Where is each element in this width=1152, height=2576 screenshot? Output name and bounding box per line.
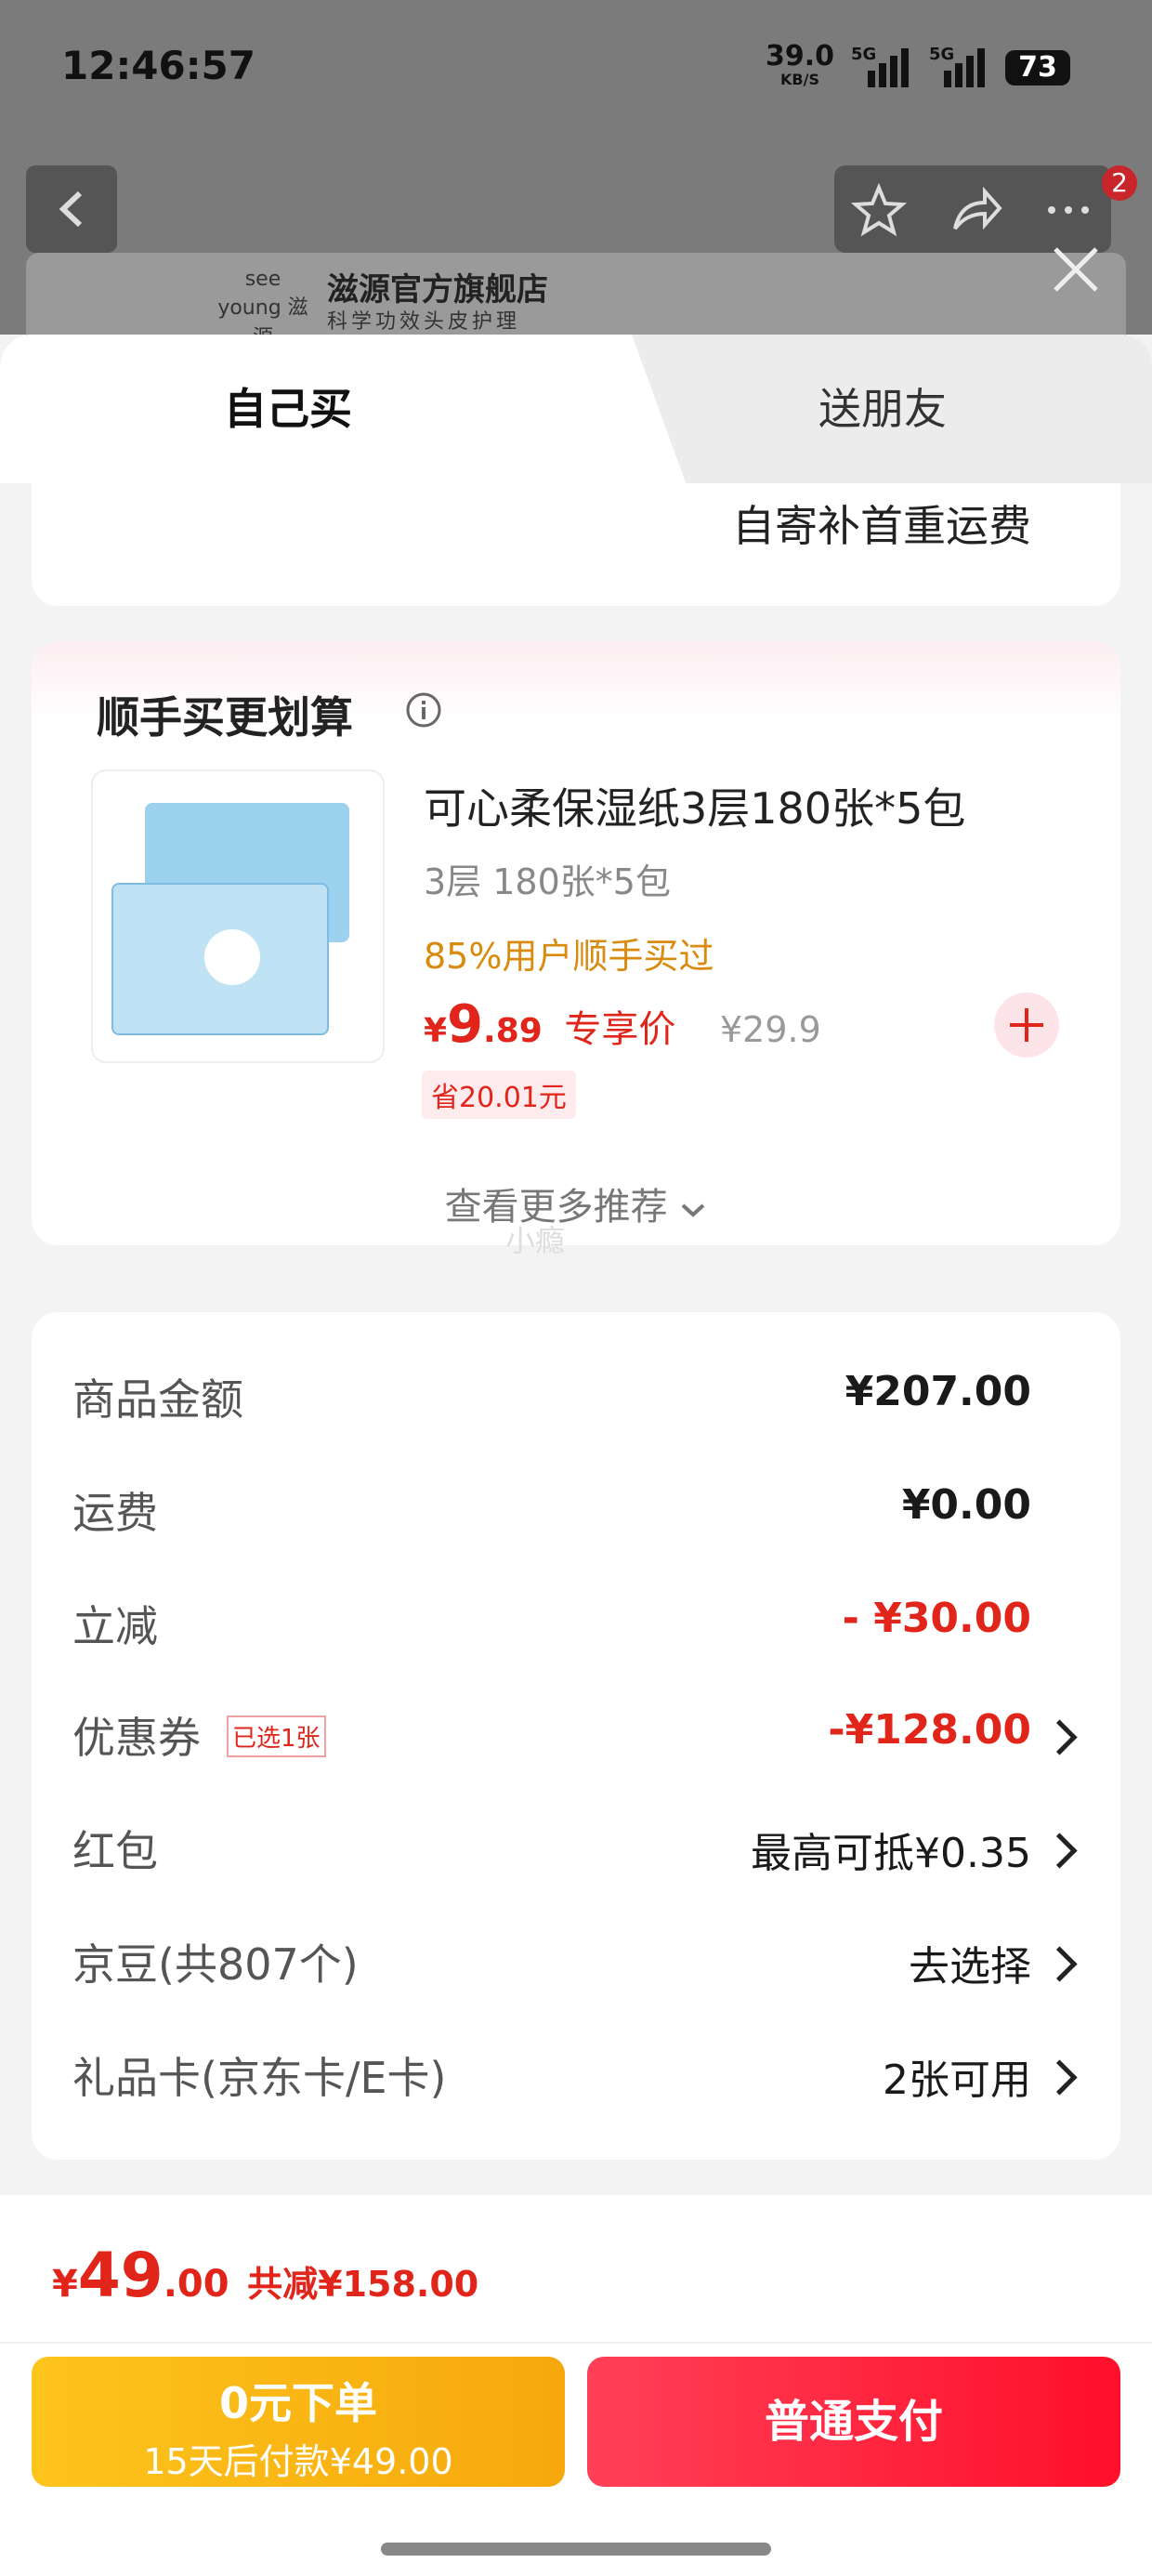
nav-actions <box>834 165 1111 253</box>
pay-later-button[interactable]: 0元下单 15天后付款¥49.00 <box>32 2357 565 2487</box>
chevron-right-icon <box>1041 1719 1078 1755</box>
pay-now-button[interactable]: 普通支付 <box>587 2357 1120 2487</box>
price-summary-card: 商品金额 ¥207.00 运费 ¥0.00 立减 - ¥30.00 优惠券 已选… <box>32 1312 1120 2160</box>
total-price: ¥49.00 共减¥158.00 <box>52 2240 479 2311</box>
tab-self[interactable]: 自己买 <box>0 335 576 483</box>
chevron-down-icon <box>682 1203 705 1217</box>
tab-bar: 自己买 送朋友 <box>0 335 1152 483</box>
home-indicator <box>381 2543 771 2556</box>
star-icon[interactable] <box>851 182 907 238</box>
original-price: ¥29.9 <box>719 1009 821 1050</box>
network-speed: 39.0 KB/S <box>766 40 835 89</box>
status-time: 12:46:57 <box>61 43 255 88</box>
store-name: 滋源官方旗舰店 <box>327 271 548 309</box>
addon-card: 顺手买更划算 可心柔保湿纸3层180张*5包 3层 180张*5包 85%用户顺… <box>32 641 1120 1258</box>
chevron-right-icon <box>1041 1946 1078 1982</box>
social-proof: 85%用户顺手买过 <box>424 936 714 977</box>
coupon-tag: 已选1张 <box>227 1715 326 1757</box>
checkout-bar: ¥49.00 共减¥158.00 0元下单 15天后付款¥49.00 普通支付 <box>0 2195 1152 2576</box>
section-title: 顺手买更划算 <box>97 692 353 743</box>
message-badge: 2 <box>1102 165 1137 201</box>
shipping-note: 自寄补首重运费 <box>732 501 1031 551</box>
chevron-left-icon <box>59 191 83 228</box>
product-price: ¥9.89 专享价 ¥29.9 <box>424 994 821 1055</box>
plus-icon <box>1010 1008 1043 1042</box>
product-name[interactable]: 可心柔保湿纸3层180张*5包 <box>424 775 965 836</box>
add-button[interactable] <box>994 992 1059 1058</box>
save-badge: 省20.01元 <box>422 1071 576 1119</box>
tab-friend[interactable]: 送朋友 <box>706 335 1059 483</box>
info-icon[interactable] <box>405 691 442 729</box>
store-slogan: 科学功效头皮护理 <box>327 310 521 334</box>
signal-icon-2: 5G <box>927 45 1001 87</box>
watermark: 小瘾 <box>505 1223 566 1258</box>
battery-icon: 73 <box>1005 50 1070 85</box>
chevron-right-icon <box>1041 1833 1078 1869</box>
chevron-right-icon <box>1041 2059 1078 2096</box>
product-spec: 3层 180张*5包 <box>424 861 671 902</box>
product-image[interactable] <box>91 769 385 1063</box>
share-icon[interactable] <box>948 182 1003 238</box>
shipping-card: 自寄补首重运费 <box>32 483 1120 606</box>
more-icon[interactable] <box>1041 182 1096 238</box>
total-discount: 共减¥158.00 <box>247 2264 479 2305</box>
more-recommend[interactable]: 查看更多推荐 <box>32 1176 1120 1230</box>
back-button[interactable] <box>26 165 117 253</box>
signal-icon: 5G <box>845 45 920 87</box>
divider <box>0 2342 1152 2344</box>
close-icon[interactable] <box>1048 242 1104 297</box>
